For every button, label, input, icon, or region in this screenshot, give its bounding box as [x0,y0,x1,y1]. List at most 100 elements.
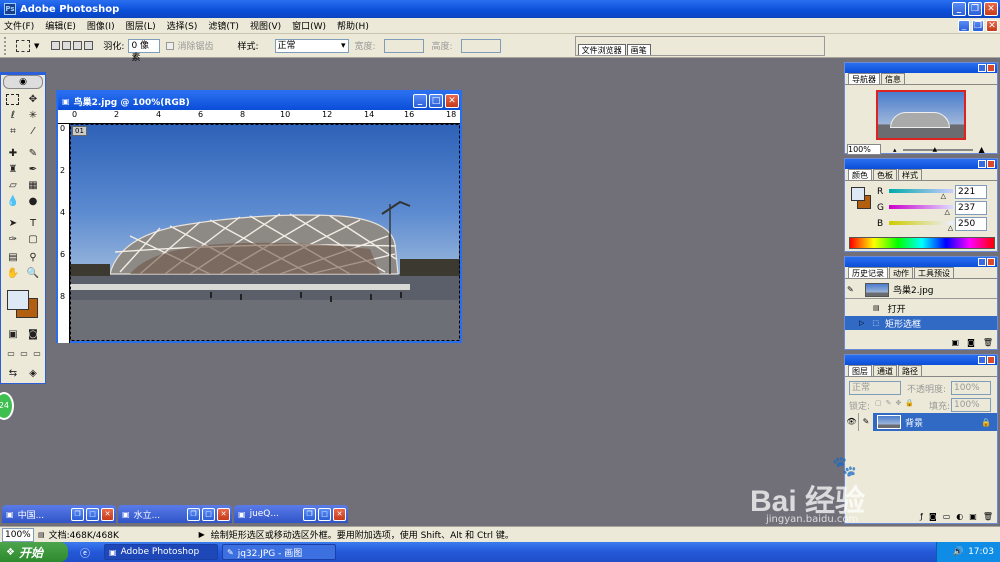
tab-styles[interactable]: 样式 [898,169,922,180]
panel-minimize-icon[interactable] [978,258,986,266]
doc-minimize-button[interactable]: _ [958,19,970,32]
fill-input[interactable]: 100% [951,398,991,412]
delete-state-icon[interactable]: 🗑 [983,338,993,347]
b-value-input[interactable]: 250 [955,217,987,231]
minimized-doc-2[interactable]: ▣ 水立... ❐ □ ✕ [118,505,232,523]
task-paint[interactable]: ✎ jq32.JPG - 画图 [222,544,336,560]
pen-tool-icon[interactable]: ✑ [5,233,21,246]
quickmask-mode-icon[interactable]: ◙ [25,328,41,341]
doc-window-minimize-button[interactable]: _ [413,94,427,108]
close-button[interactable]: ✕ [984,2,998,16]
maximize-button[interactable]: □ [202,507,215,521]
tab-layers[interactable]: 图层 [848,365,872,376]
panel-minimize-icon[interactable] [978,64,986,72]
menu-window[interactable]: 窗口(W) [292,19,326,32]
blur-tool-icon[interactable]: 💧 [5,195,21,208]
tab-history[interactable]: 历史记录 [848,267,888,278]
imageready-icon[interactable]: ◈ [25,367,41,380]
navigator-zoom-value[interactable]: 100% [847,144,881,155]
type-tool-icon[interactable]: T [25,217,41,230]
width-input[interactable] [383,38,424,53]
zoom-out-icon[interactable]: ▴ [893,146,897,154]
color-spectrum-bar[interactable] [849,237,995,249]
menu-select[interactable]: 选择(S) [167,19,198,32]
doc-close-button[interactable]: ✕ [986,19,998,32]
g-value-input[interactable]: 237 [955,201,987,215]
eyedropper-tool-icon[interactable]: ⚲ [25,251,41,264]
magic-wand-tool-icon[interactable]: ✳ [25,109,41,122]
status-menu-arrow-icon[interactable]: ▶ [199,530,205,539]
b-slider-thumb[interactable]: △ [948,224,953,232]
panel-close-icon[interactable] [987,160,995,168]
history-snapshot-row[interactable]: ✎ 鸟巢2.jpg [845,281,997,299]
navigator-thumbnail[interactable] [876,90,966,140]
lock-image-icon[interactable]: ✎ [886,399,892,407]
antialias-checkbox[interactable] [166,41,175,50]
new-selection-icon[interactable] [51,41,61,50]
file-browser-tab[interactable]: 文件浏览器 [577,43,626,55]
doc-window-maximize-button[interactable]: □ [429,94,443,108]
height-input[interactable] [460,38,501,53]
menu-layer[interactable]: 图层(L) [126,19,156,32]
layer-visibility-eye-icon[interactable]: 👁 [845,413,859,431]
style-select[interactable]: 正常 ▾ [274,38,349,53]
lock-transparency-icon[interactable]: ▢ [875,399,882,407]
intersect-selection-icon[interactable] [84,41,94,50]
panel-close-icon[interactable] [987,258,995,266]
panel-minimize-icon[interactable] [978,356,986,364]
dodge-tool-icon[interactable]: ● [25,195,41,208]
slice-tool-icon[interactable]: ⁄ [25,125,41,138]
crop-tool-icon[interactable]: ⌗ [5,125,21,138]
lock-position-icon[interactable]: ✥ [896,399,902,407]
menu-edit[interactable]: 编辑(E) [45,19,76,32]
foreground-color-swatch-top[interactable] [7,290,29,310]
image-canvas[interactable]: 01 [70,124,460,341]
menu-filter[interactable]: 滤镜(T) [208,19,239,32]
add-selection-icon[interactable] [62,41,72,50]
zoom-tool-icon[interactable]: 🔍 [25,267,41,280]
lasso-tool-icon[interactable]: ℓ [5,109,21,122]
status-zoom-input[interactable]: 100% [2,527,34,542]
r-slider-thumb[interactable]: △ [941,192,946,200]
tab-paths[interactable]: 路径 [898,365,922,376]
restore-button[interactable]: ❐ [71,507,84,521]
brush-tool-icon[interactable]: ✎ [25,147,41,160]
tab-color[interactable]: 颜色 [848,169,872,180]
move-tool-icon[interactable]: ✥ [25,93,41,106]
g-slider[interactable] [889,205,953,209]
tab-tool-presets[interactable]: 工具预设 [914,267,954,278]
notes-tool-icon[interactable]: ▤ [5,251,21,264]
standard-mode-icon[interactable]: ▣ [5,328,21,341]
feather-input[interactable]: 0 像素 [128,38,161,63]
g-slider-thumb[interactable]: △ [945,208,950,216]
b-slider[interactable] [889,221,953,225]
panel-close-icon[interactable] [987,64,995,72]
close-button[interactable]: ✕ [101,507,114,521]
close-button[interactable]: ✕ [217,507,230,521]
gradient-tool-icon[interactable]: ▦ [25,179,41,192]
maximize-button[interactable]: □ [318,507,331,521]
history-item[interactable]: ▤ 打开 [845,301,997,315]
restore-button[interactable]: ❐ [968,2,982,16]
quicklaunch-ie-icon[interactable]: ⓔ [80,545,90,560]
brushes-tab[interactable]: 画笔 [626,43,651,55]
tab-navigator[interactable]: 导航器 [848,73,880,84]
menu-help[interactable]: 帮助(H) [337,19,369,32]
r-value-input[interactable]: 221 [955,185,987,199]
maximize-button[interactable]: □ [86,507,99,521]
hand-tool-icon[interactable]: ✋ [5,267,21,280]
new-snapshot-icon[interactable]: ◙ [967,338,975,347]
screen-mode-full-icon[interactable]: ▭ [29,347,45,360]
layer-row-background[interactable]: 👁 ✎ 背景 🔒 [845,413,997,431]
doc-window-close-button[interactable]: ✕ [445,94,459,108]
preset-dropdown-icon[interactable]: ▼ [34,42,39,50]
zoom-slider-thumb[interactable]: ▲ [933,146,938,153]
new-document-from-state-icon[interactable]: ▣ [952,338,960,347]
adobe-online-icon[interactable]: ◉ [3,75,43,89]
color-fg-swatch-top[interactable] [851,187,865,201]
panel-minimize-icon[interactable] [978,160,986,168]
volume-icon[interactable]: 🔊 [953,547,964,557]
doc-restore-button[interactable]: ❐ [972,19,984,32]
eraser-tool-icon[interactable]: ▱ [5,179,21,192]
menu-image[interactable]: 图像(I) [87,19,115,32]
